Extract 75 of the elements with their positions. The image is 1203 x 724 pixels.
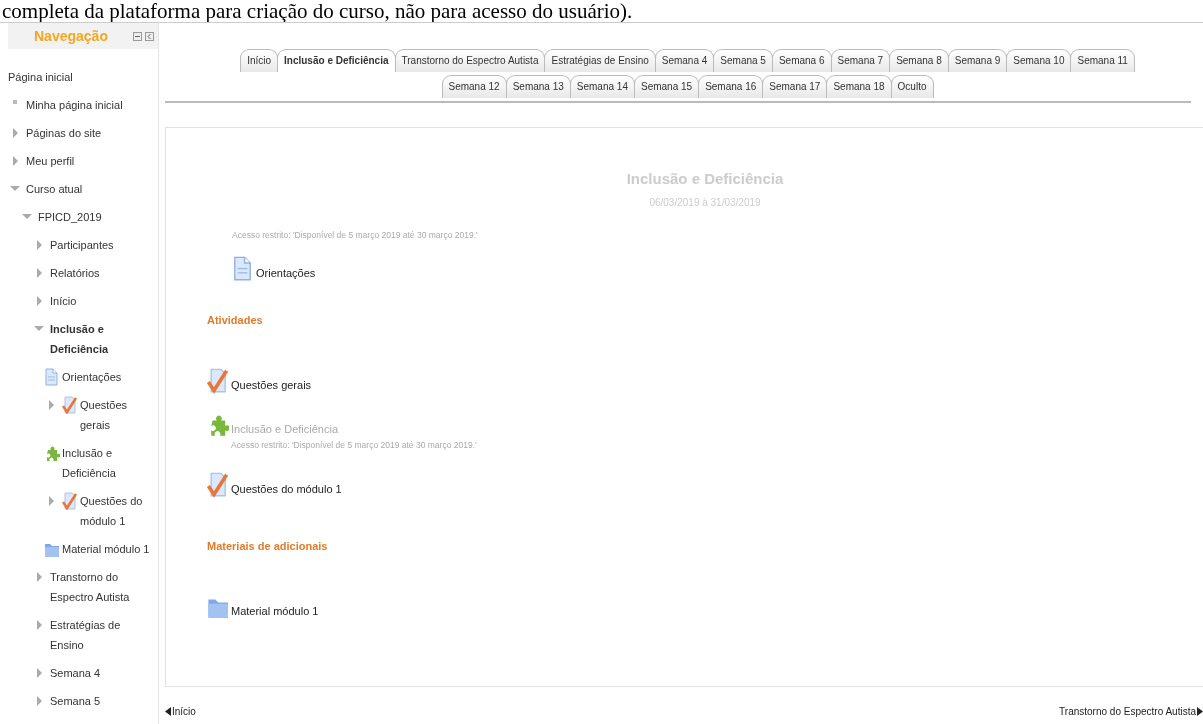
collapsed-arrow-icon[interactable] — [47, 399, 55, 411]
nav-link[interactable]: Material módulo 1 — [62, 539, 150, 559]
section-tab[interactable]: Semana 14 — [569, 75, 635, 98]
nav-link[interactable]: Página inicial — [8, 67, 73, 87]
nav-link[interactable]: Inclusão e Deficiência — [50, 319, 152, 359]
activity-link[interactable]: Questões do módulo 1 — [231, 483, 342, 498]
activity-link[interactable]: Questões gerais — [231, 379, 312, 394]
dock-icon[interactable] — [145, 31, 154, 41]
collapse-icon[interactable] — [133, 31, 142, 41]
nav-link[interactable]: Inclusão e Deficiência — [62, 443, 152, 483]
collapsed-arrow-icon[interactable] — [35, 239, 43, 251]
restriction-note: Acesso restrito: 'Disponível de 5 março 2019 até 30 março 2019.' — [232, 230, 479, 240]
quiz-checkmark-icon — [62, 492, 78, 510]
collapsed-arrow-icon[interactable] — [35, 619, 43, 631]
activity-link[interactable]: Material módulo 1 — [231, 605, 319, 620]
document-icon — [232, 256, 254, 282]
collapsed-arrow-icon[interactable] — [35, 267, 43, 279]
right-arrow-icon[interactable] — [1197, 707, 1203, 716]
nav-link[interactable]: Relatórios — [50, 263, 100, 283]
next-section-link[interactable]: Transtorno do Espectro Autista — [1059, 706, 1203, 717]
nav-link[interactable]: Curso atual — [26, 179, 83, 199]
bullet-icon — [12, 99, 18, 105]
previous-section-link[interactable]: Início — [165, 706, 196, 717]
section-tab[interactable]: Semana 16 — [698, 75, 764, 98]
nav-link[interactable]: Questões gerais — [80, 395, 152, 435]
section-tab[interactable]: Semana 17 — [762, 75, 828, 98]
section-tab[interactable]: Semana 6 — [771, 49, 832, 72]
quiz-checkmark-icon — [207, 472, 229, 498]
section-tab[interactable]: Semana 4 — [654, 49, 715, 72]
nav-link[interactable]: Transtorno do Espectro Autista — [50, 567, 152, 607]
nav-link[interactable]: Semana 5 — [50, 691, 101, 711]
section-tab[interactable]: Início — [240, 49, 279, 72]
section-tab[interactable]: Transtorno do Espectro Autista — [394, 49, 546, 72]
nav-link[interactable]: Participantes — [50, 235, 114, 255]
section-tab[interactable]: Semana 13 — [505, 75, 571, 98]
section-tab[interactable]: Semana 12 — [441, 75, 507, 98]
nav-link[interactable]: Minha página inicial — [26, 95, 123, 115]
nav-link[interactable]: Início — [50, 291, 77, 311]
collapsed-arrow-icon[interactable] — [35, 295, 43, 307]
expanded-arrow-icon[interactable] — [22, 211, 32, 222]
section-tab[interactable]: Semana 5 — [713, 49, 773, 72]
section-tab[interactable]: Semana 9 — [947, 49, 1008, 72]
section-tab[interactable]: Semana 10 — [1006, 49, 1072, 72]
nav-link[interactable]: Páginas do site — [26, 123, 102, 143]
collapsed-arrow-icon[interactable] — [11, 127, 19, 139]
section-tab[interactable]: Semana 18 — [826, 75, 892, 98]
section-tab[interactable]: Semana 15 — [633, 75, 700, 98]
section-heading: Materiais de adicionais — [207, 540, 329, 552]
nav-link[interactable]: Semana 4 — [50, 663, 101, 683]
expanded-arrow-icon[interactable] — [34, 323, 44, 334]
quiz-checkmark-icon — [62, 396, 78, 414]
section-tab[interactable]: Semana 8 — [889, 49, 949, 72]
document-icon — [44, 368, 60, 386]
nav-link[interactable]: Meu perfil — [26, 151, 75, 171]
collapsed-arrow-icon[interactable] — [11, 155, 19, 167]
collapsed-arrow-icon[interactable] — [35, 571, 43, 583]
section-tab[interactable]: Estratégias de Ensino — [544, 49, 656, 72]
section-tab[interactable]: Oculto — [890, 75, 934, 98]
section-heading: Atividades — [207, 314, 264, 326]
collapsed-arrow-icon[interactable] — [35, 667, 43, 679]
left-arrow-icon[interactable] — [165, 707, 171, 716]
collapsed-arrow-icon[interactable] — [47, 495, 55, 507]
nav-link[interactable]: Estratégias de Ensino — [50, 615, 152, 655]
nav-link[interactable]: Questões do módulo 1 — [80, 491, 152, 531]
quiz-checkmark-icon — [207, 368, 229, 394]
collapsed-arrow-icon[interactable] — [35, 695, 43, 707]
nav-link[interactable]: Orientações — [62, 367, 122, 387]
expanded-arrow-icon[interactable] — [10, 183, 20, 194]
section-tab[interactable]: Semana 11 — [1070, 49, 1135, 72]
block-title: Navegação — [34, 28, 108, 44]
puzzle-piece-icon — [44, 444, 60, 462]
restriction-note: Acesso restrito: 'Disponível de 5 março 2019 até 30 março 2019.' — [231, 440, 478, 450]
section-tab[interactable]: Semana 7 — [830, 49, 891, 72]
activity-link[interactable]: Orientações — [256, 267, 316, 282]
nav-link[interactable]: FPICD_2019 — [38, 207, 102, 227]
